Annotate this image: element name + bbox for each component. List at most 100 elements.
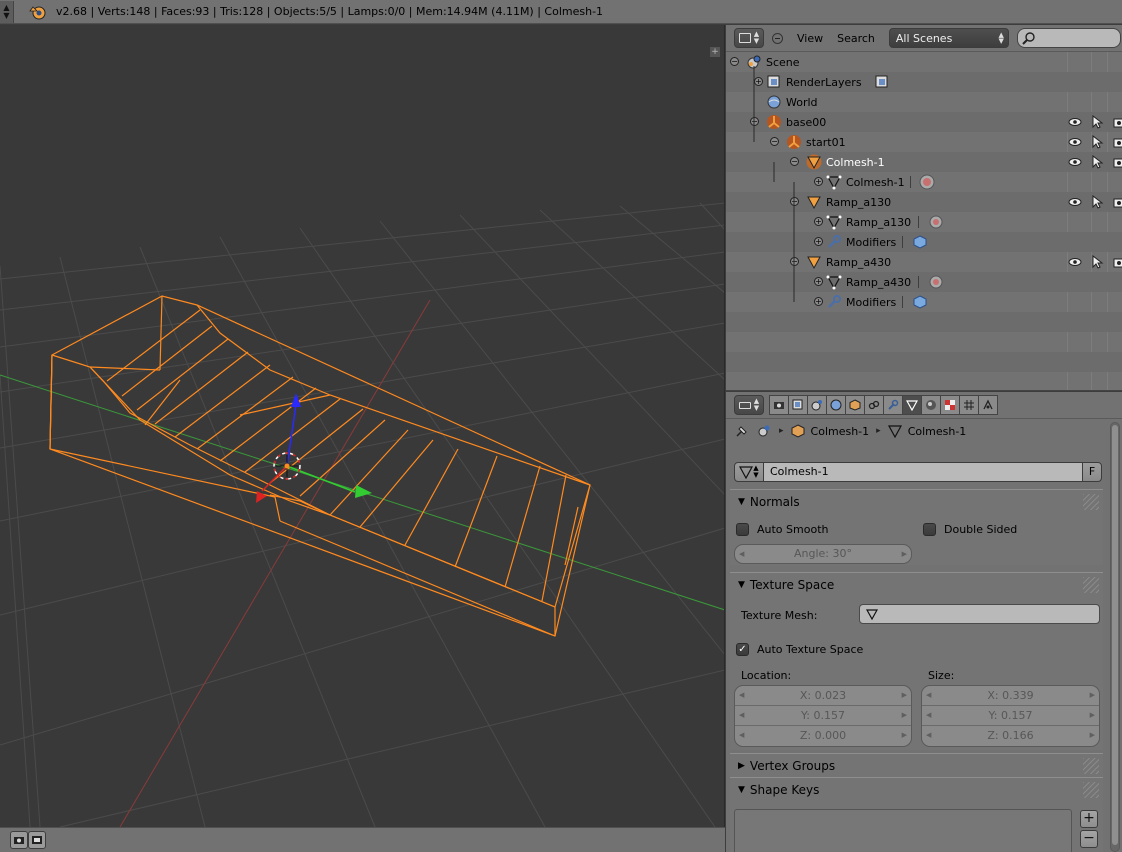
restriction-toggles — [1062, 252, 1122, 272]
remove-shape-key-button[interactable]: − — [1080, 830, 1098, 848]
display-mode-select[interactable]: All Scenes ▲ ▼ — [888, 28, 1009, 48]
collapse-menus-icon[interactable] — [772, 32, 783, 44]
cursor-icon[interactable] — [1090, 154, 1104, 169]
tab-render[interactable] — [769, 395, 789, 415]
cursor-icon[interactable] — [1090, 254, 1104, 269]
angle-field[interactable]: ◀ Angle: 30° ▶ — [734, 544, 912, 564]
properties-scrollbar[interactable] — [1110, 422, 1120, 852]
pin-icon[interactable] — [734, 423, 750, 439]
texture-mesh-field[interactable] — [859, 604, 1100, 624]
outliner-search-input[interactable] — [1016, 28, 1121, 48]
checkbox-label: Auto Texture Space — [757, 643, 864, 656]
checkbox-box: ✓ — [736, 643, 749, 656]
mesh-name-field[interactable]: Colmesh-1 — [764, 462, 1082, 482]
tab-scene[interactable] — [807, 395, 827, 415]
arrow-left-icon: ◀ — [739, 731, 745, 739]
material-icon[interactable] — [928, 214, 944, 230]
scrollbar-thumb[interactable] — [1112, 425, 1118, 845]
location-y-field[interactable]: ◀ Y: 0.157 ▶ — [735, 706, 911, 726]
properties-editor-type-button[interactable]: ▲ ▼ — [734, 395, 764, 415]
normals-panel-header[interactable]: ▼ Normals — [730, 490, 1103, 514]
cube-icon — [791, 424, 805, 438]
location-x-field[interactable]: ◀ X: 0.023 ▶ — [735, 686, 911, 706]
search-menu[interactable]: Search — [837, 32, 875, 45]
header-menu-toggle[interactable]: ▲ ▼ — [0, 0, 14, 23]
camera-icon[interactable] — [1112, 195, 1122, 209]
tab-world[interactable] — [826, 395, 846, 415]
camera-icon[interactable] — [1112, 155, 1122, 169]
tab-render-layers[interactable] — [788, 395, 808, 415]
shape-keys-list[interactable] — [734, 809, 1072, 852]
cursor-icon[interactable] — [1090, 194, 1104, 209]
view-menu[interactable]: View — [797, 32, 823, 45]
size-z-field[interactable]: ◀ Z: 0.166 ▶ — [922, 726, 1099, 746]
cursor-icon[interactable] — [1090, 114, 1104, 129]
tab-physics[interactable] — [978, 395, 998, 415]
tab-modifiers[interactable] — [883, 395, 903, 415]
tab-object[interactable] — [845, 395, 865, 415]
panel-title: Shape Keys — [749, 783, 820, 797]
row-divider — [910, 176, 911, 188]
panel-grip-icon[interactable] — [1083, 577, 1099, 593]
vertex-groups-panel-header[interactable]: ▶ Vertex Groups — [730, 754, 1103, 778]
eye-icon[interactable] — [1068, 255, 1082, 269]
render-animation-icon[interactable] — [28, 831, 46, 849]
panel-grip-icon[interactable] — [1083, 494, 1099, 510]
viewport-corner-widget[interactable]: + — [710, 47, 720, 57]
panel-title: Vertex Groups — [749, 759, 836, 773]
outliner-editor[interactable]: ▲ ▼ View Search All Scenes ▲ ▼ − Scene +… — [726, 25, 1122, 391]
outliner-header: ▲ ▼ View Search All Scenes ▲ ▼ — [726, 25, 1122, 52]
cursor-icon[interactable] — [1090, 134, 1104, 149]
normals-panel: ▼ Normals Auto Smooth Double Sided ◀ Ang… — [730, 489, 1103, 565]
location-y-value: Y: 0.157 — [801, 709, 845, 722]
camera-icon[interactable] — [1112, 115, 1122, 129]
material-icon[interactable] — [919, 174, 935, 190]
eye-icon[interactable] — [1068, 135, 1082, 149]
tab-texture[interactable] — [940, 395, 960, 415]
chevron-up-down-icon: ▲ ▼ — [998, 31, 1004, 45]
modifier-cube-icon[interactable] — [912, 234, 928, 250]
panel-grip-icon[interactable] — [1083, 782, 1099, 798]
tab-particles[interactable] — [959, 395, 979, 415]
viewport-canvas[interactable] — [0, 25, 725, 827]
location-z-field[interactable]: ◀ Z: 0.000 ▶ — [735, 726, 911, 746]
auto-smooth-checkbox[interactable]: Auto Smooth — [736, 523, 828, 536]
size-y-field[interactable]: ◀ Y: 0.157 ▶ — [922, 706, 1099, 726]
row-divider — [918, 276, 919, 288]
triangle-down-icon: ▼ — [738, 497, 745, 507]
render-still-icon[interactable] — [10, 831, 28, 849]
auto-texture-space-checkbox[interactable]: ✓ Auto Texture Space — [736, 643, 863, 656]
world-icon — [830, 399, 842, 411]
double-sided-checkbox[interactable]: Double Sided — [923, 523, 1017, 536]
panel-title: Texture Space — [749, 578, 835, 592]
shape-keys-panel-header[interactable]: ▼ Shape Keys — [730, 778, 1103, 802]
triangle-right-icon: ▶ — [738, 761, 745, 771]
render-layer-child-icon[interactable] — [874, 74, 890, 90]
search-icon — [1022, 32, 1035, 45]
tab-material[interactable] — [921, 395, 941, 415]
3d-viewport[interactable]: + — [0, 25, 725, 827]
arrow-right-icon: ▶ — [901, 731, 907, 739]
camera-icon[interactable] — [1112, 255, 1122, 269]
row-divider — [902, 296, 903, 308]
material-icon[interactable] — [928, 274, 944, 290]
texture-space-panel-header[interactable]: ▼ Texture Space — [730, 573, 1103, 597]
mesh-browse-button[interactable]: ▲ ▼ — [734, 462, 764, 482]
properties-editor[interactable]: ▲ ▼ ▸ Colmesh-1 ▸ Colmesh-1 ▲ ▼ Colmesh-… — [726, 392, 1122, 852]
tab-mesh-data[interactable] — [902, 395, 922, 415]
selected-mesh-wireframe[interactable] — [49, 295, 591, 637]
outliner-editor-type-button[interactable]: ▲ ▼ — [734, 28, 764, 48]
blender-logo-icon[interactable] — [28, 2, 48, 22]
eye-icon[interactable] — [1068, 155, 1082, 169]
eye-icon[interactable] — [1068, 195, 1082, 209]
tab-constraints[interactable] — [864, 395, 884, 415]
size-x-field[interactable]: ◀ X: 0.339 ▶ — [922, 686, 1099, 706]
camera-icon[interactable] — [1112, 135, 1122, 149]
modifier-cube-icon[interactable] — [912, 294, 928, 310]
chevron-right-icon: ▸ — [876, 426, 881, 436]
add-shape-key-button[interactable]: + — [1080, 810, 1098, 828]
mesh-data-icon — [906, 400, 918, 411]
panel-grip-icon[interactable] — [1083, 758, 1099, 774]
eye-icon[interactable] — [1068, 115, 1082, 129]
fake-user-button[interactable]: F — [1082, 462, 1102, 482]
